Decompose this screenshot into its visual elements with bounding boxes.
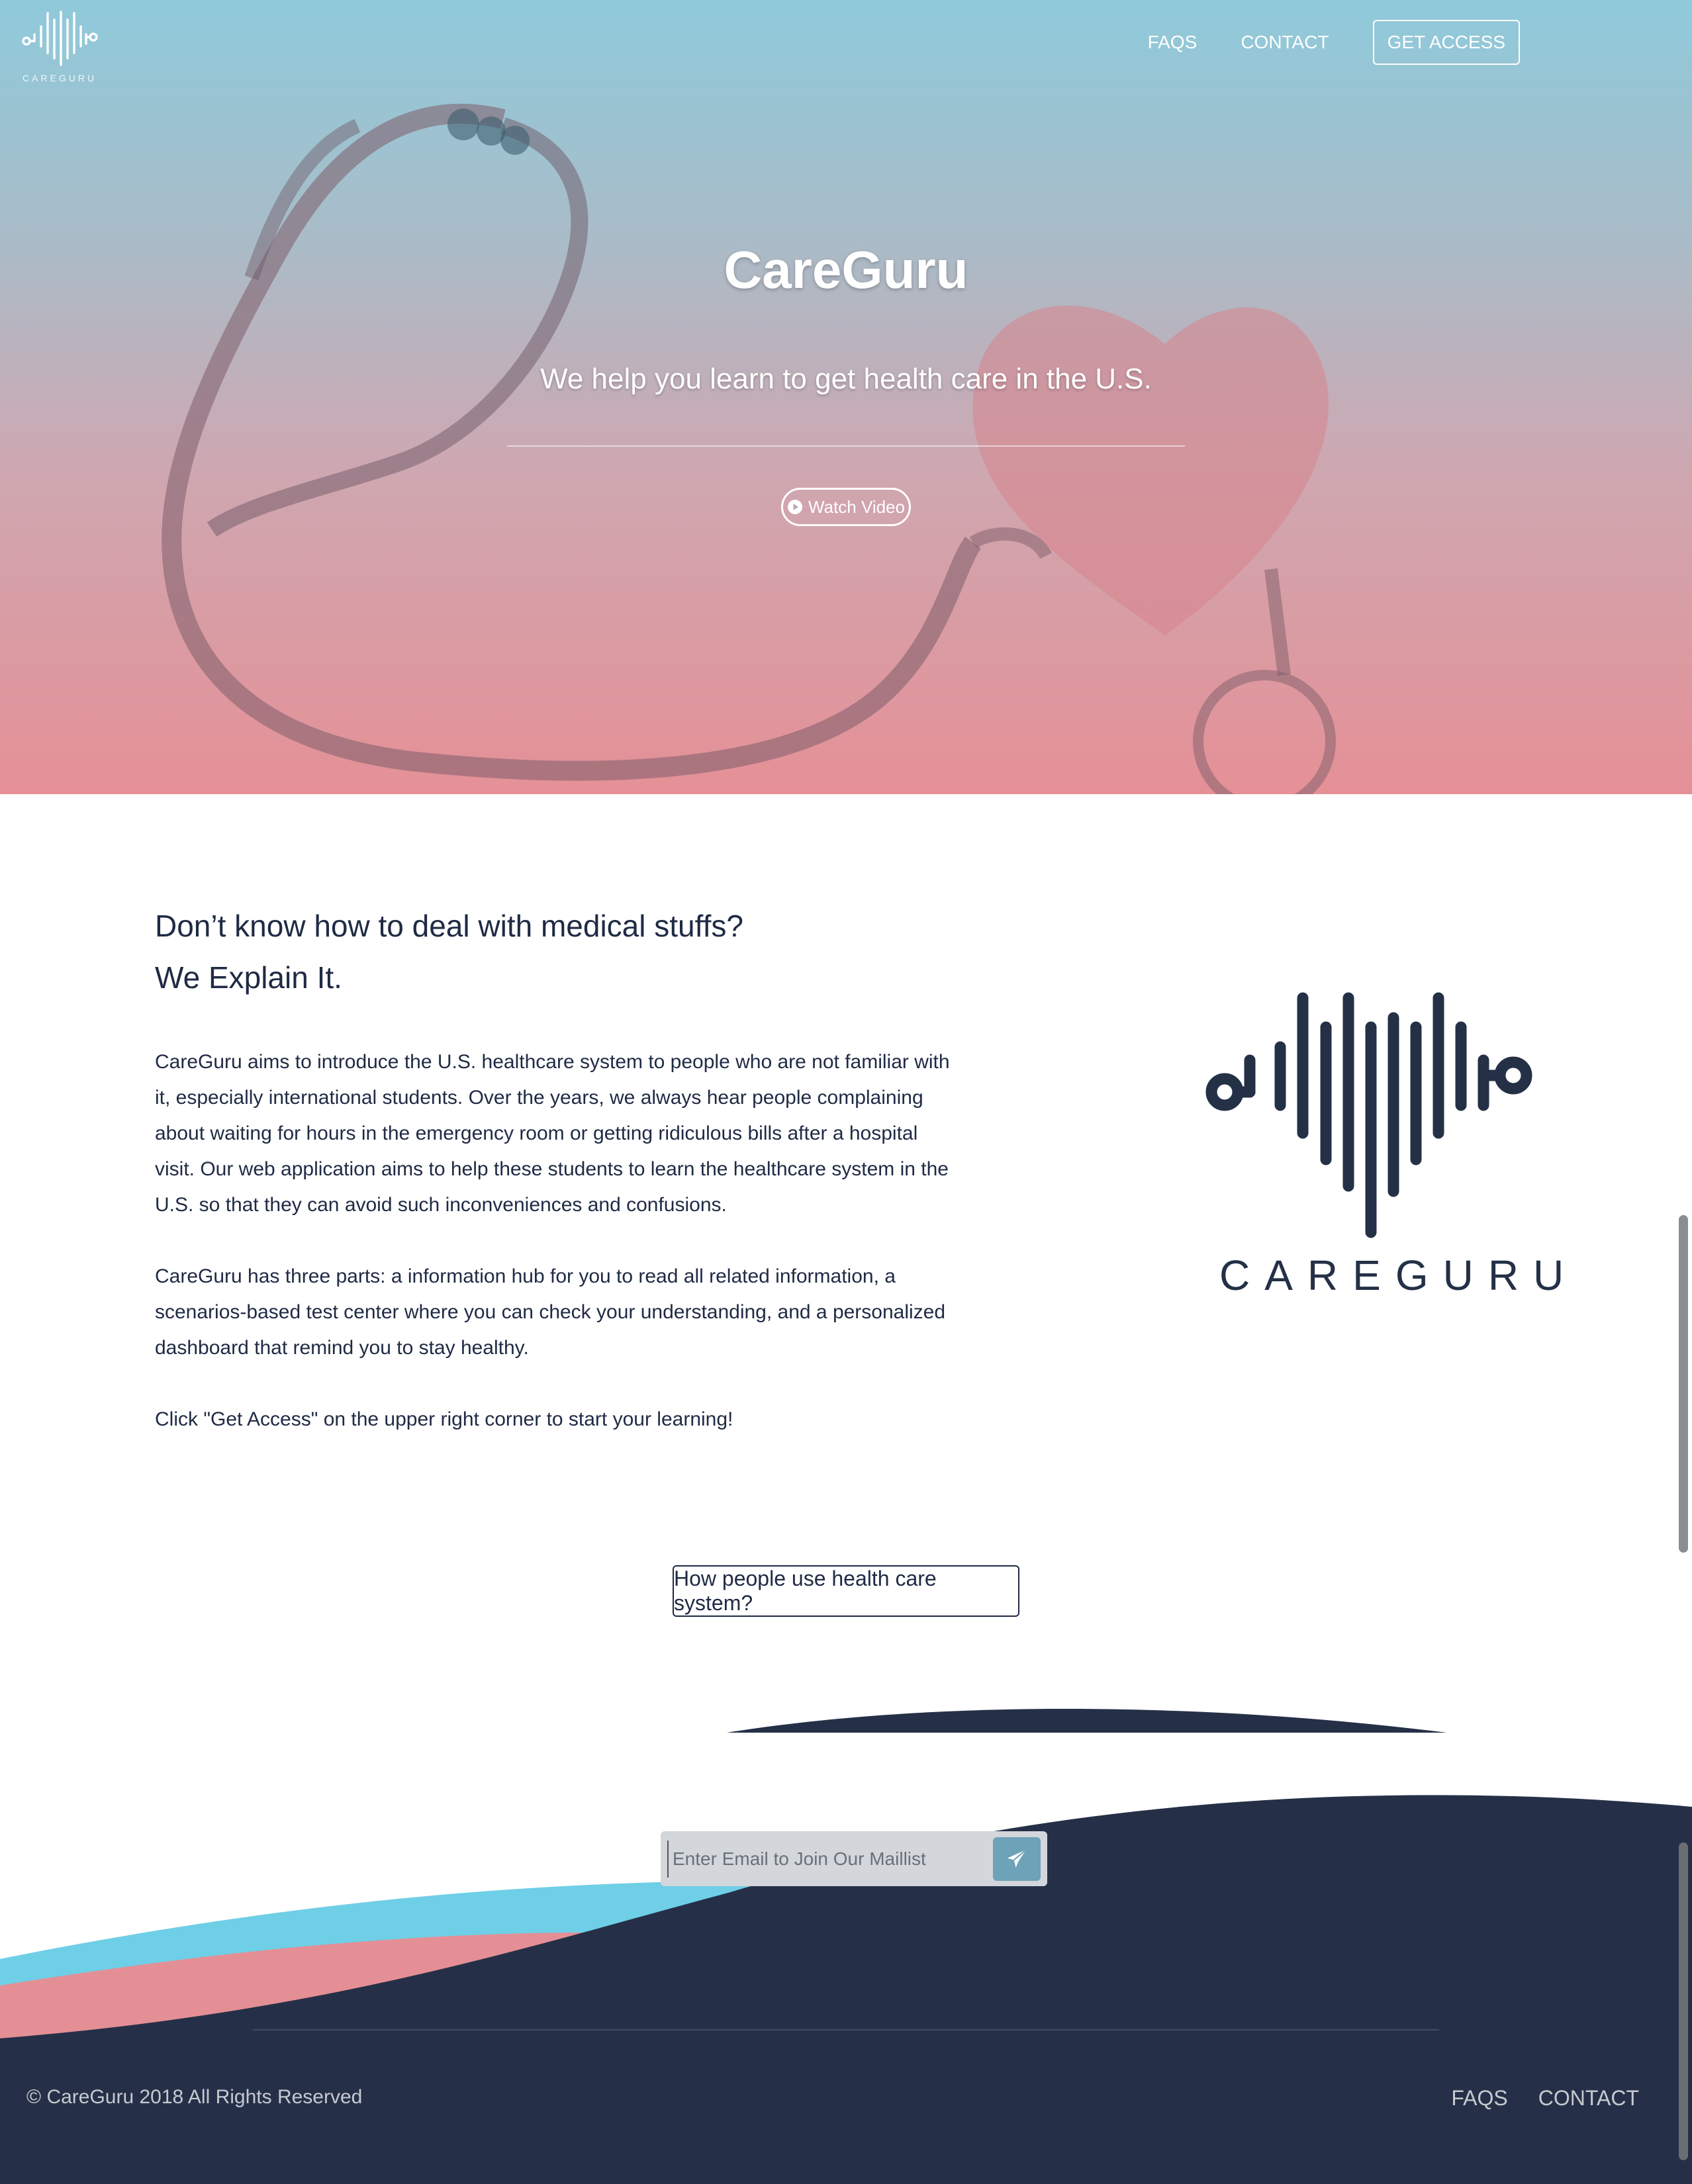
hero-subtitle: We help you learn to get health care in … <box>540 363 1152 395</box>
footer-nav: FAQS CONTACT <box>1421 2086 1639 2111</box>
about-paragraph-1: CareGuru aims to introduce the U.S. heal… <box>155 1051 950 1216</box>
scrollbar-thumb[interactable] <box>1679 1215 1688 1553</box>
nav-faqs-link[interactable]: FAQS <box>1148 32 1198 53</box>
footer-faqs-link[interactable]: FAQS <box>1451 2086 1507 2111</box>
watch-video-label: Watch Video <box>808 496 905 517</box>
about-headline-line1: Don’t know how to deal with medical stuf… <box>155 909 743 943</box>
about-headline: Don’t know how to deal with medical stuf… <box>155 900 963 1003</box>
email-input[interactable] <box>667 1841 985 1878</box>
watch-video-button[interactable]: Watch Video <box>781 488 911 526</box>
brand-logo[interactable]: CAREGURU <box>19 5 101 83</box>
about-paragraph-3: Click "Get Access" on the upper right co… <box>155 1408 733 1430</box>
get-access-button[interactable]: GET ACCESS <box>1372 20 1520 65</box>
send-button[interactable] <box>993 1837 1041 1881</box>
footer-wave-background <box>0 1709 1692 2184</box>
brand-logo-text: CAREGURU <box>22 73 97 83</box>
careguru-brand-mark: CAREGURU <box>1205 986 1579 1304</box>
how-people-use-button[interactable]: How people use health care system? <box>673 1565 1019 1617</box>
footer-contact-link[interactable]: CONTACT <box>1538 2086 1639 2111</box>
about-headline-line2: We Explain It. <box>155 960 342 995</box>
hero-title: CareGuru <box>724 240 968 299</box>
scrollbar-thumb-secondary[interactable] <box>1679 1843 1688 2160</box>
hero-section: CAREGURU FAQS CONTACT GET ACCESS CareGur… <box>0 0 1692 794</box>
top-nav: FAQS CONTACT GET ACCESS <box>1104 20 1520 65</box>
hero-divider <box>507 445 1185 447</box>
mailing-list-form <box>661 1831 1047 1886</box>
nav-contact-link[interactable]: CONTACT <box>1241 32 1329 53</box>
paper-plane-icon <box>1007 1849 1027 1868</box>
careguru-logo-icon <box>22 11 98 66</box>
careguru-wordmark: CAREGURU <box>1219 1251 1579 1299</box>
footer-copyright: © CareGuru 2018 All Rights Reserved <box>26 2086 363 2108</box>
stethoscope-heart-illustration <box>162 103 1336 794</box>
about-paragraph-2: CareGuru has three parts: a information … <box>155 1265 946 1359</box>
careguru-heart-logo-icon <box>1205 992 1532 1238</box>
play-circle-icon <box>788 500 802 514</box>
footer-divider <box>253 2029 1439 2030</box>
about-section: Don’t know how to deal with medical stuf… <box>155 900 963 1437</box>
